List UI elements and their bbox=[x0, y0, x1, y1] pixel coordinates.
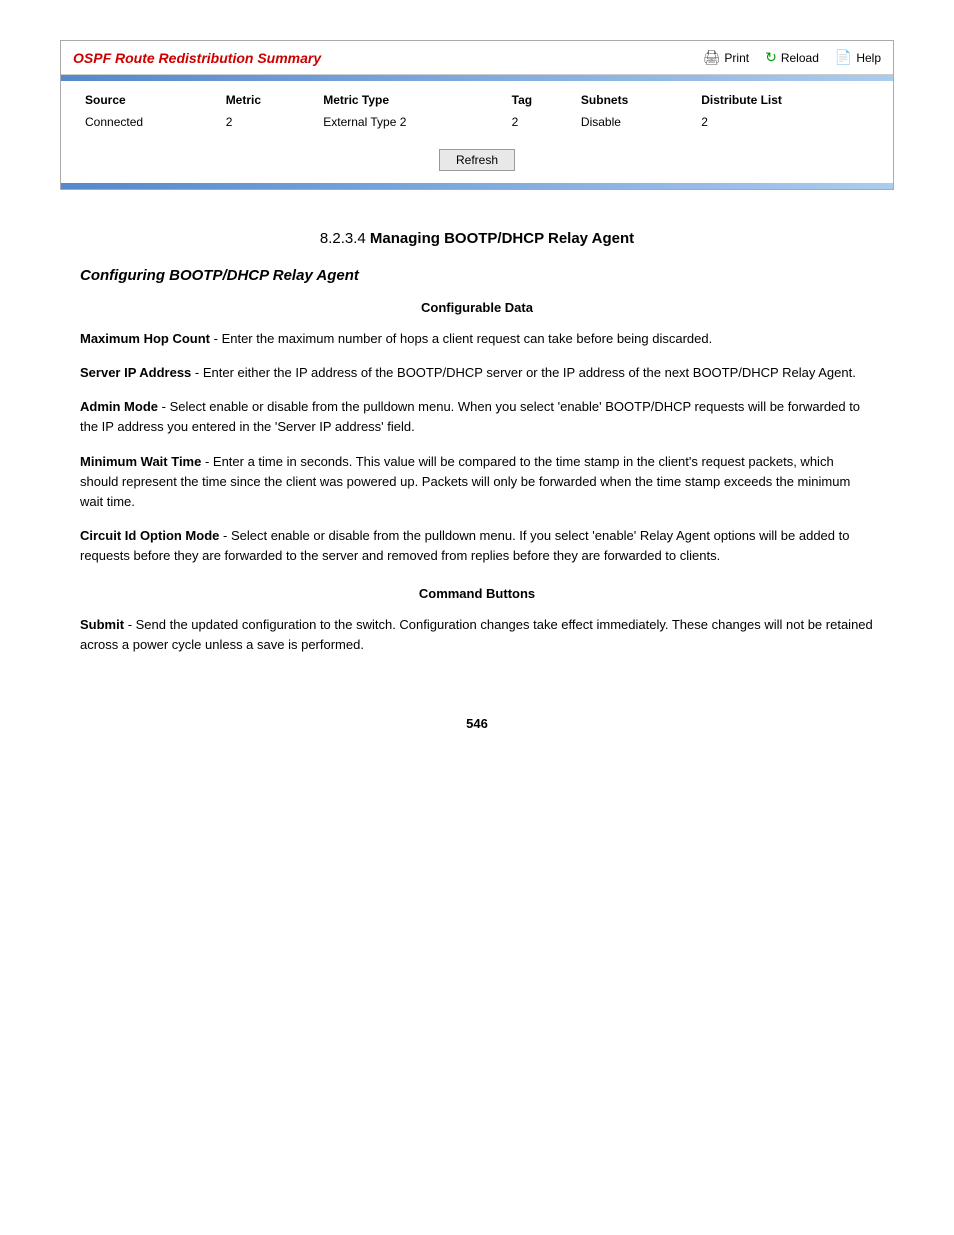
doc-field: Maximum Hop Count - Enter the maximum nu… bbox=[80, 329, 874, 349]
col-header-metric: Metric bbox=[218, 89, 316, 111]
reload-label: Reload bbox=[781, 51, 819, 65]
page-number: 546 bbox=[60, 716, 894, 731]
ospf-header: OSPF Route Redistribution Summary 🖨 Prin… bbox=[61, 41, 893, 75]
ospf-table-area: Source Metric Metric Type Tag Subnets Di… bbox=[61, 81, 893, 141]
table-row: Connected2External Type 22Disable2 bbox=[77, 111, 877, 133]
command-description: - Send the updated configuration to the … bbox=[80, 617, 873, 652]
refresh-button[interactable]: Refresh bbox=[439, 149, 515, 171]
col-header-tag: Tag bbox=[504, 89, 573, 111]
help-icon: 📄 bbox=[835, 49, 852, 66]
ospf-actions: 🖨 Print ↻ Reload 📄 Help bbox=[703, 49, 881, 66]
configurable-data-title: Configurable Data bbox=[80, 300, 874, 315]
ospf-panel: OSPF Route Redistribution Summary 🖨 Prin… bbox=[60, 40, 894, 190]
help-button[interactable]: 📄 Help bbox=[835, 49, 881, 66]
section-title: Managing BOOTP/DHCP Relay Agent bbox=[370, 230, 634, 247]
reload-button[interactable]: ↻ Reload bbox=[765, 49, 819, 66]
subsection-title: Configuring BOOTP/DHCP Relay Agent bbox=[80, 267, 874, 284]
help-label: Help bbox=[856, 51, 881, 65]
table-cell: 2 bbox=[504, 111, 573, 133]
table-cell: Disable bbox=[573, 111, 693, 133]
section-number-title: 8.2.3.4 Managing BOOTP/DHCP Relay Agent bbox=[80, 230, 874, 247]
section-number: 8.2.3.4 bbox=[320, 230, 366, 247]
doc-field: Server IP Address - Enter either the IP … bbox=[80, 363, 874, 383]
col-header-subnets: Subnets bbox=[573, 89, 693, 111]
table-cell: Connected bbox=[77, 111, 218, 133]
doc-field: Admin Mode - Select enable or disable fr… bbox=[80, 397, 874, 437]
field-description: - Select enable or disable from the pull… bbox=[80, 399, 860, 434]
field-description: - Enter either the IP address of the BOO… bbox=[195, 365, 856, 380]
print-label: Print bbox=[724, 51, 749, 65]
field-term: Circuit Id Option Mode bbox=[80, 528, 219, 543]
doc-fields-container: Maximum Hop Count - Enter the maximum nu… bbox=[80, 329, 874, 566]
print-icon: 🖨 bbox=[703, 49, 721, 66]
ospf-table: Source Metric Metric Type Tag Subnets Di… bbox=[77, 89, 877, 133]
ospf-bottom-bar bbox=[61, 183, 893, 189]
field-term: Maximum Hop Count bbox=[80, 331, 210, 346]
doc-commands-container: Submit - Send the updated configuration … bbox=[80, 615, 874, 655]
field-description: - Enter the maximum number of hops a cli… bbox=[214, 331, 713, 346]
table-cell: 2 bbox=[693, 111, 877, 133]
ospf-title: OSPF Route Redistribution Summary bbox=[73, 50, 321, 66]
refresh-row: Refresh bbox=[61, 141, 893, 183]
field-term: Admin Mode bbox=[80, 399, 158, 414]
table-cell: External Type 2 bbox=[315, 111, 503, 133]
table-cell: 2 bbox=[218, 111, 316, 133]
field-term: Minimum Wait Time bbox=[80, 454, 201, 469]
doc-section: 8.2.3.4 Managing BOOTP/DHCP Relay Agent … bbox=[60, 230, 894, 656]
command-term: Submit bbox=[80, 617, 124, 632]
col-header-source: Source bbox=[77, 89, 218, 111]
table-header-row: Source Metric Metric Type Tag Subnets Di… bbox=[77, 89, 877, 111]
doc-command: Submit - Send the updated configuration … bbox=[80, 615, 874, 655]
doc-field: Circuit Id Option Mode - Select enable o… bbox=[80, 526, 874, 566]
col-header-metric-type: Metric Type bbox=[315, 89, 503, 111]
reload-icon: ↻ bbox=[765, 49, 777, 66]
col-header-distribute-list: Distribute List bbox=[693, 89, 877, 111]
field-term: Server IP Address bbox=[80, 365, 191, 380]
command-buttons-title: Command Buttons bbox=[80, 586, 874, 601]
print-button[interactable]: 🖨 Print bbox=[703, 49, 749, 66]
doc-field: Minimum Wait Time - Enter a time in seco… bbox=[80, 452, 874, 512]
